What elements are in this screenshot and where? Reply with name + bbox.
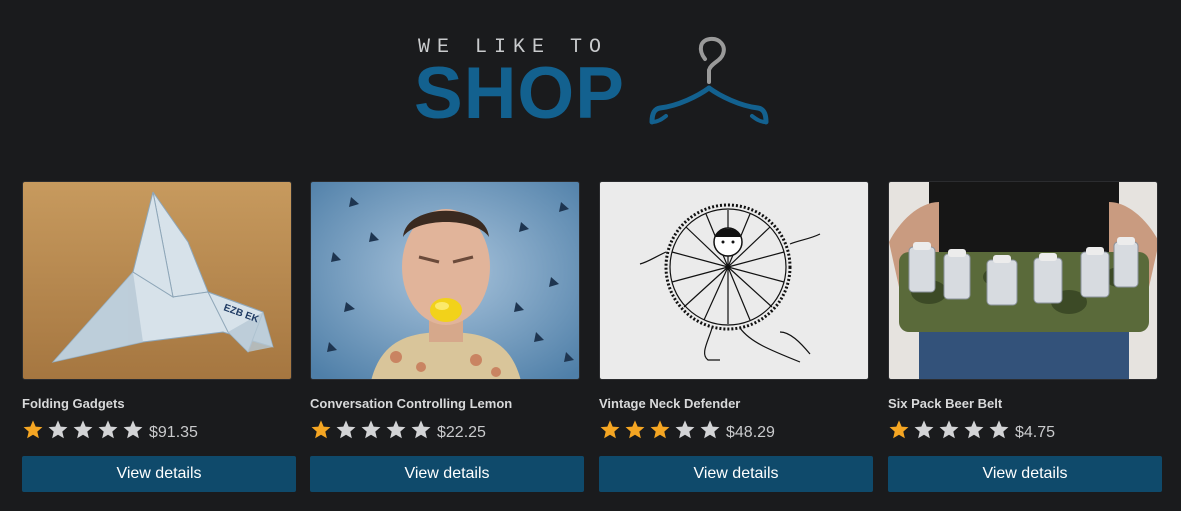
view-details-button[interactable]: View details — [599, 456, 873, 492]
star-rating — [599, 419, 724, 441]
product-image[interactable] — [310, 181, 580, 380]
product-rating: $91.35 — [22, 417, 198, 443]
product-image[interactable]: EZB EK — [22, 181, 292, 380]
product-rating: $22.25 — [310, 417, 486, 443]
star-empty-icon — [123, 420, 143, 439]
star-empty-icon — [989, 420, 1009, 439]
product-title[interactable]: Folding Gadgets — [22, 396, 125, 411]
product-rating: $4.75 — [888, 417, 1055, 443]
view-details-button[interactable]: View details — [888, 456, 1162, 492]
star-filled-icon — [889, 420, 909, 439]
product-price: $4.75 — [1015, 424, 1056, 441]
star-filled-icon — [650, 420, 670, 439]
logo-wordmark: SHOP — [414, 53, 625, 134]
star-rating — [22, 419, 147, 441]
star-filled-icon — [625, 420, 645, 439]
star-empty-icon — [98, 420, 118, 439]
site-logo[interactable]: WE LIKE TO SHOP — [414, 36, 776, 134]
product-title[interactable]: Six Pack Beer Belt — [888, 396, 1002, 411]
star-empty-icon — [964, 420, 984, 439]
star-filled-icon — [600, 420, 620, 439]
product-price: $48.29 — [726, 424, 775, 441]
star-empty-icon — [386, 420, 406, 439]
star-empty-icon — [361, 420, 381, 439]
star-rating — [310, 419, 435, 441]
hanger-icon — [649, 36, 769, 125]
product-title[interactable]: Conversation Controlling Lemon — [310, 396, 512, 411]
star-filled-icon — [311, 420, 331, 439]
star-empty-icon — [73, 420, 93, 439]
star-empty-icon — [700, 420, 720, 439]
star-empty-icon — [336, 420, 356, 439]
view-details-button[interactable]: View details — [310, 456, 584, 492]
star-empty-icon — [411, 420, 431, 439]
star-rating — [888, 419, 1013, 441]
star-empty-icon — [48, 420, 68, 439]
star-empty-icon — [914, 420, 934, 439]
view-details-button[interactable]: View details — [22, 456, 296, 492]
product-image[interactable] — [888, 181, 1158, 380]
product-price: $91.35 — [149, 424, 198, 441]
product-title[interactable]: Vintage Neck Defender — [599, 396, 740, 411]
star-empty-icon — [675, 420, 695, 439]
star-filled-icon — [23, 420, 43, 439]
product-price: $22.25 — [437, 424, 486, 441]
product-rating: $48.29 — [599, 417, 775, 443]
shop-page: WE LIKE TO SHOP EZB EK Folding Gadgets $… — [0, 0, 1181, 511]
product-image[interactable] — [599, 181, 869, 380]
star-empty-icon — [939, 420, 959, 439]
